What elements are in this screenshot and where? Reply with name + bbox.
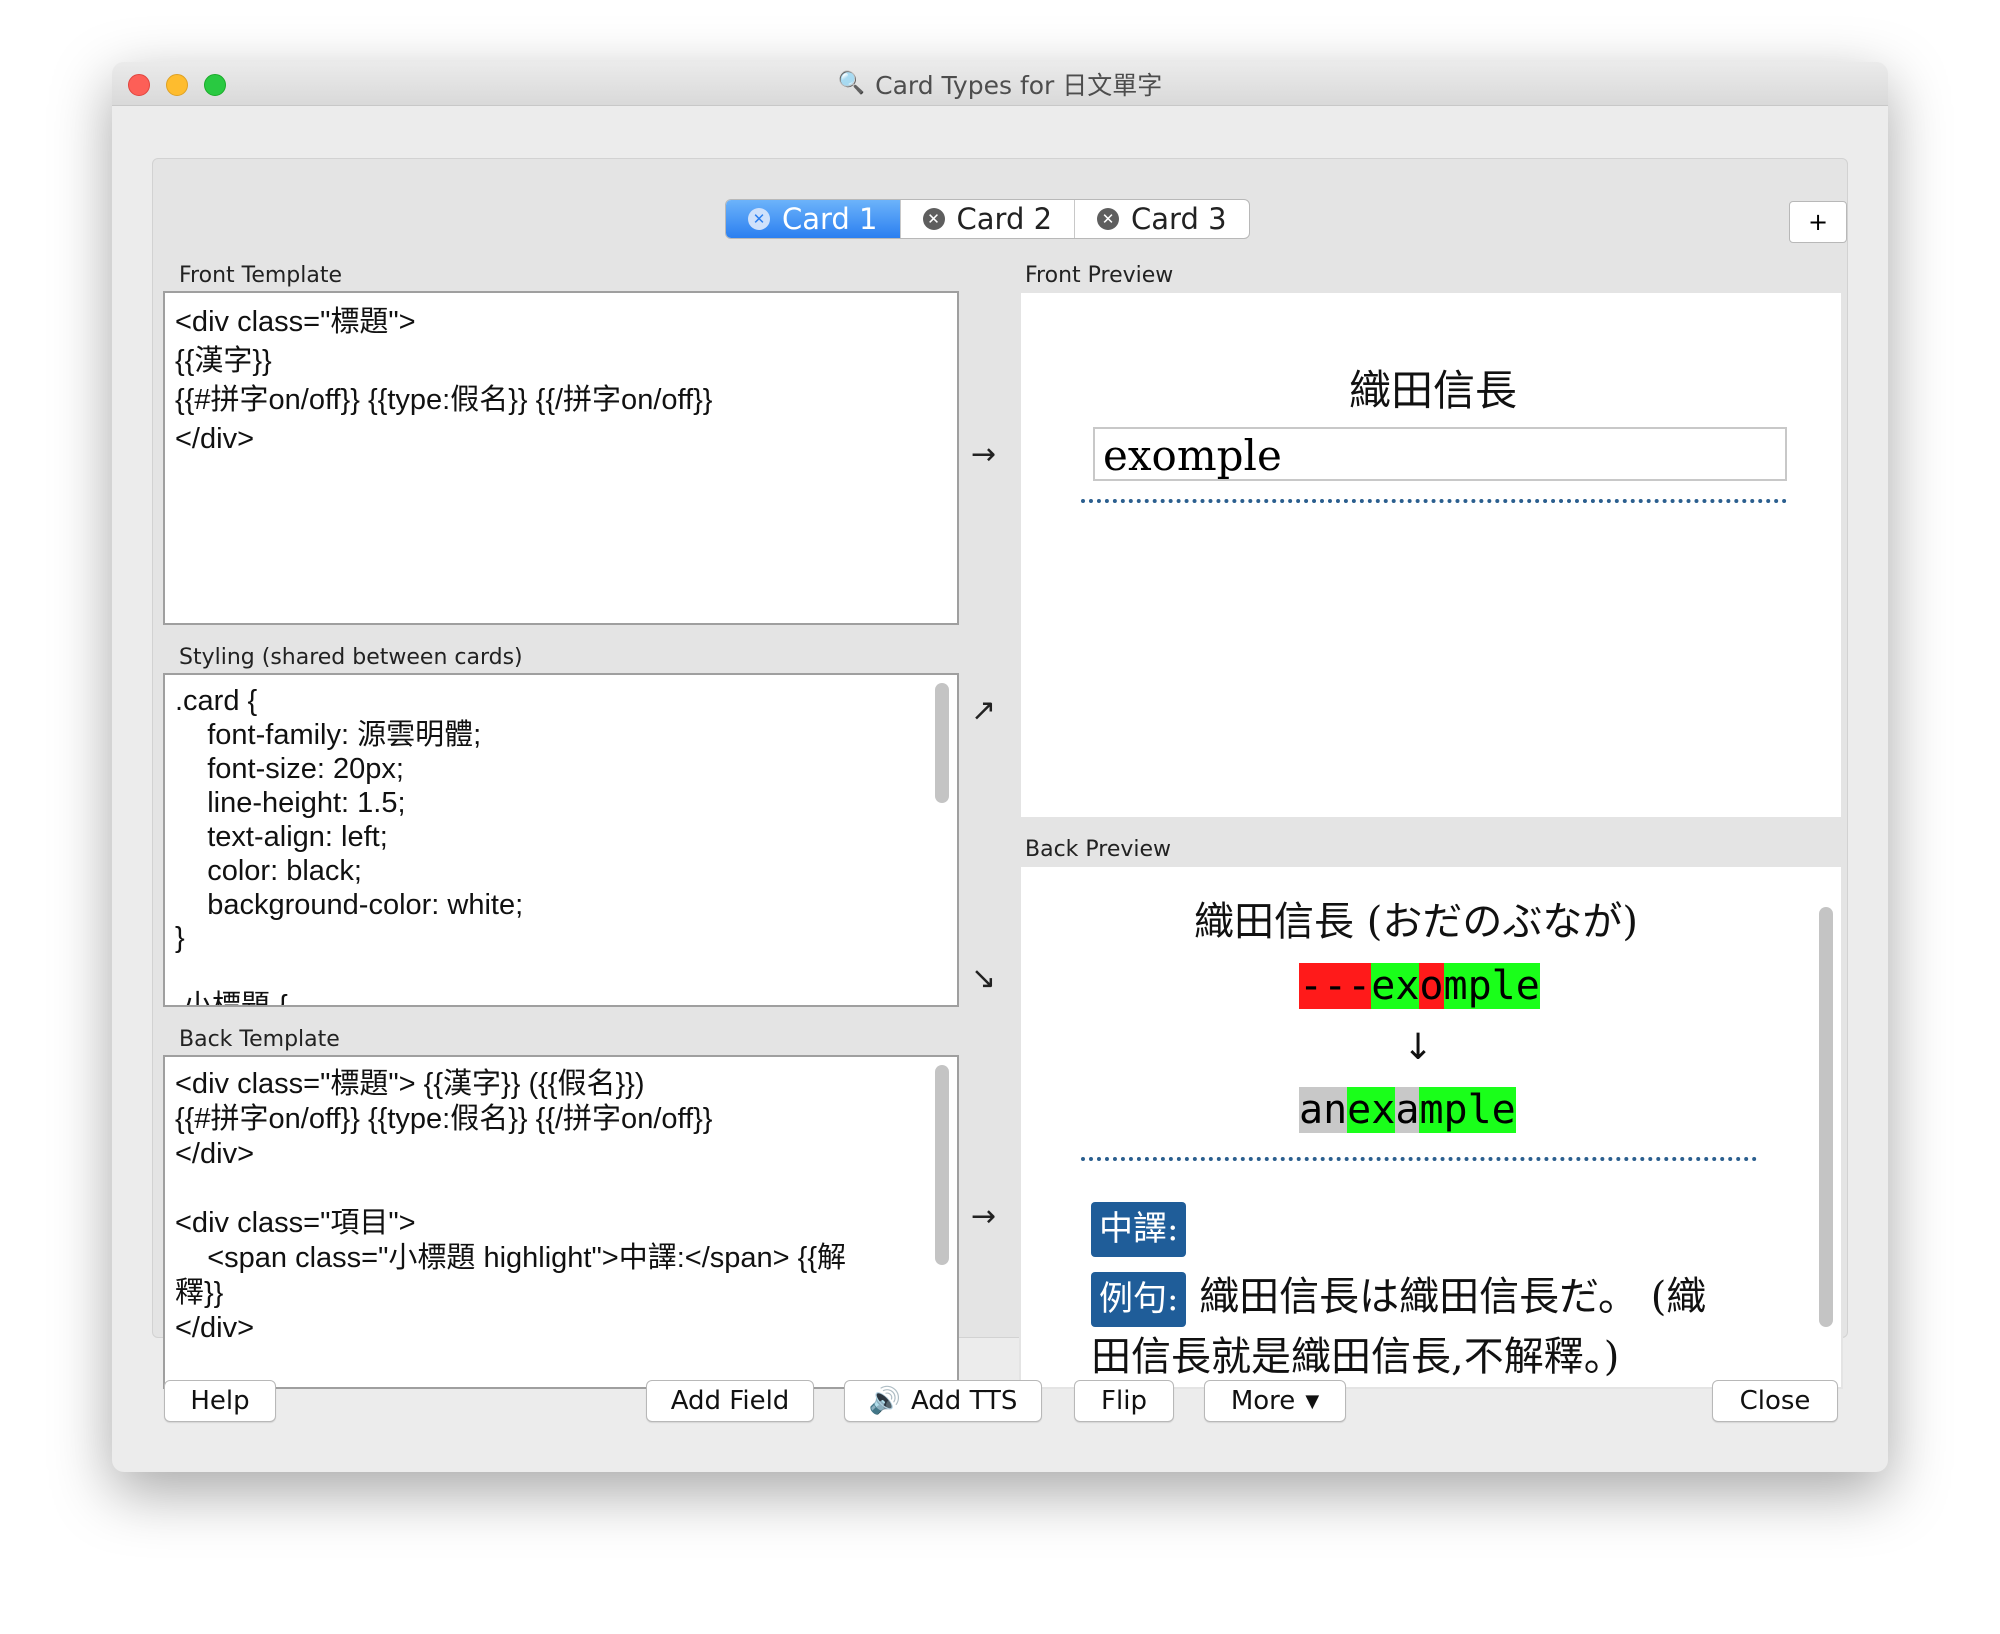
code-line: line-height: 1.5; [175, 786, 406, 819]
back-preview-scrollbar[interactable] [1819, 907, 1833, 1327]
diff-segment: a [1395, 1087, 1420, 1133]
more-label: More [1230, 1386, 1296, 1416]
diff-segment: an [1299, 1087, 1348, 1133]
front-template-editor[interactable]: <div class="標題"> {{漢字}} {{#拼字on/off}} {{… [163, 291, 959, 625]
dotted-divider [1081, 499, 1787, 503]
example-row: 例句: 織田信長は織田信長だ。 (織 田信長就是織田信長,不解釋。) [1091, 1267, 1781, 1387]
correct-answer-diff: an ex a mple [1299, 1087, 1516, 1133]
close-tab-icon[interactable]: ✕ [1097, 208, 1120, 230]
translation-badge: 中譯: [1091, 1202, 1187, 1257]
magnifier-icon: 🔍 [837, 71, 866, 96]
front-preview-pane: 織田信長 exomple [1019, 291, 1843, 819]
code-line: <div class="項目"> [175, 1207, 416, 1240]
diff-segment: mple [1443, 963, 1540, 1009]
add-card-button[interactable]: + [1789, 201, 1847, 243]
flip-button[interactable]: Flip [1074, 1380, 1174, 1422]
styling-up-arrow: ↗ [971, 693, 997, 728]
add-tts-button[interactable]: 🔊 Add TTS [844, 1380, 1042, 1422]
type-answer-input[interactable]: exomple [1093, 427, 1787, 481]
back-preview-title: 織田信長 (おだのぶなが) [1194, 899, 1638, 945]
code-line: </div> [175, 423, 254, 456]
diff-segment: --- [1299, 963, 1372, 1009]
example-text: 田信長就是織田信長,不解釋。) [1091, 1334, 1620, 1380]
close-tab-icon[interactable]: ✕ [922, 208, 945, 230]
content-panel: ✕ Card 1 ✕ Card 2 ✕ Card 3 + Front Templ… [152, 158, 1848, 1389]
code-line: .小標題 { [175, 990, 288, 1007]
diff-segment: mple [1419, 1087, 1516, 1133]
example-text: 織田信長は織田信長だ。 (織 [1199, 1274, 1707, 1320]
code-line: {{漢字}} [175, 345, 272, 378]
tab-label: Card 1 [782, 202, 878, 236]
styling-editor[interactable]: .card { font-family: 源雲明體; font-size: 20… [163, 673, 959, 1007]
code-line: text-align: left; [175, 820, 388, 853]
back-template-label: Back Template [179, 1027, 340, 1052]
diff-segment: ex [1347, 1087, 1396, 1133]
diff-segment: o [1419, 963, 1444, 1009]
code-line: {{#拼字on/off}} {{type:假名}} {{/拼字on/off}} [175, 384, 713, 417]
zoom-window-button[interactable] [204, 74, 226, 96]
window-controls [128, 74, 226, 96]
front-arrow: → [971, 437, 997, 472]
title-bar: 🔍 Card Types for 日文單字 [112, 62, 1888, 106]
diff-down-arrow: ↓ [1403, 1027, 1434, 1068]
code-line: </div> [175, 1311, 254, 1344]
back-preview-label: Back Preview [1025, 837, 1172, 862]
close-tab-icon[interactable]: ✕ [748, 208, 770, 230]
code-line: } [175, 922, 185, 955]
card-types-window: 🔍 Card Types for 日文單字 ✕ Card 1 ✕ Card 2 … [112, 62, 1888, 1472]
translation-row: 中譯: [1091, 1197, 1187, 1257]
code-line: font-family: 源雲明體; [175, 718, 482, 751]
more-button[interactable]: More ▼ [1204, 1380, 1346, 1422]
back-preview-pane: 織田信長 (おだのぶなが) --- ex o mple ↓ an ex a mp… [1019, 865, 1843, 1389]
back-template-scrollbar[interactable] [935, 1065, 949, 1265]
close-window-button[interactable] [128, 74, 150, 96]
styling-scrollbar[interactable] [935, 683, 949, 803]
tab-card-1[interactable]: ✕ Card 1 [726, 200, 901, 238]
card-tabs: ✕ Card 1 ✕ Card 2 ✕ Card 3 [725, 199, 1250, 239]
back-arrow: → [971, 1199, 997, 1234]
code-line: <div class="標題"> {{漢字}} ({{假名}}) [175, 1068, 645, 1100]
code-line: font-size: 20px; [175, 752, 404, 785]
code-line: .card { [175, 685, 258, 717]
front-preview-title: 織田信長 [1348, 366, 1517, 415]
code-line: 釋}} [175, 1276, 224, 1309]
add-field-button[interactable]: Add Field [646, 1380, 814, 1422]
minimize-window-button[interactable] [166, 74, 188, 96]
styling-down-arrow: ↘ [971, 961, 997, 996]
back-template-editor[interactable]: <div class="標題"> {{漢字}} ({{假名}}) {{#拼字on… [163, 1055, 959, 1389]
diff-segment: ex [1371, 963, 1420, 1009]
chevron-down-icon: ▼ [1305, 1390, 1320, 1412]
help-button[interactable]: Help [164, 1380, 276, 1422]
code-line: </div> [175, 1137, 254, 1170]
code-line: {{#拼字on/off}} {{type:假名}} {{/拼字on/off}} [175, 1102, 713, 1135]
code-line: <span class="小標題 highlight">中譯:</span> {… [175, 1241, 847, 1274]
tab-card-3[interactable]: ✕ Card 3 [1075, 200, 1249, 238]
tab-label: Card 2 [956, 202, 1053, 236]
add-tts-label: Add TTS [910, 1386, 1018, 1416]
tab-card-2[interactable]: ✕ Card 2 [901, 200, 1076, 238]
styling-label: Styling (shared between cards) [179, 645, 523, 670]
window-title: 🔍 Card Types for 日文單字 [838, 66, 1163, 102]
speaker-icon: 🔊 [868, 1386, 901, 1416]
code-line: color: black; [175, 854, 362, 887]
typed-answer-diff: --- ex o mple [1299, 963, 1540, 1009]
example-badge: 例句: [1091, 1272, 1187, 1327]
front-template-label: Front Template [179, 263, 343, 288]
close-button[interactable]: Close [1712, 1380, 1838, 1422]
dotted-divider [1081, 1157, 1757, 1161]
front-preview-label: Front Preview [1025, 263, 1174, 288]
code-line: background-color: white; [175, 888, 524, 921]
code-line: <div class="標題"> [175, 306, 416, 338]
window-title-text: Card Types for 日文單字 [875, 70, 1163, 100]
tab-label: Card 3 [1131, 202, 1227, 236]
